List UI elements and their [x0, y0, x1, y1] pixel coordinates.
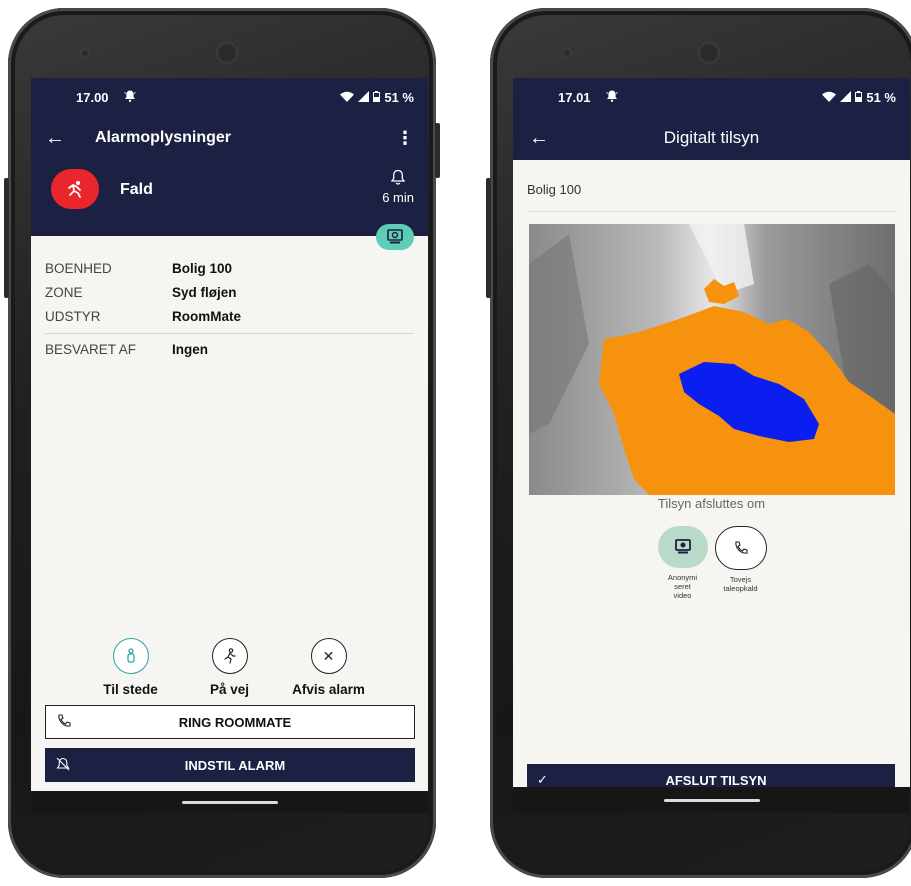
back-arrow-icon[interactable]: ←: [529, 127, 557, 150]
response-actions: Til stede På vej ✕ Afvis alarm: [31, 638, 428, 697]
status-icons: 51 %: [822, 90, 896, 105]
sensor-dot: [562, 48, 572, 58]
back-arrow-icon[interactable]: ←: [45, 127, 73, 150]
video-camera-icon[interactable]: [376, 224, 414, 250]
action-label: Til stede: [103, 682, 158, 697]
front-camera: [216, 42, 238, 64]
info-value: RoomMate: [172, 308, 242, 324]
walking-icon: [211, 638, 248, 674]
info-label: BOENHED: [45, 260, 112, 276]
info-row-udstyr: UDSTYR RoomMate: [45, 304, 414, 328]
person-icon: [112, 638, 149, 674]
thermal-video-feed: [529, 224, 895, 495]
page-title: Digitalt tilsyn: [663, 128, 760, 147]
ring-roommate-button[interactable]: RING ROOMMATE: [45, 705, 415, 739]
volume-button: [4, 178, 9, 298]
wifi-icon: [340, 90, 355, 105]
paa-vej-button[interactable]: På vej: [190, 638, 270, 697]
alarm-type: Fald: [120, 181, 153, 198]
check-icon: ✓: [537, 772, 548, 787]
battery-percent: 51 %: [384, 89, 414, 105]
screen-alarm-details: 17.00 51 % ← Alarmoplysninger ⋮ Fald 6 m…: [31, 78, 428, 813]
home-gesture-handle[interactable]: [663, 798, 760, 802]
button-label: INDSTIL ALARM: [184, 757, 286, 773]
option-label: Tovejs taleopkald: [723, 575, 758, 593]
signal-icon: [358, 90, 370, 105]
volume-button: [486, 178, 491, 298]
signal-icon: [840, 90, 852, 105]
power-button: [435, 123, 440, 178]
divider: [527, 211, 896, 212]
close-icon: ✕: [310, 638, 347, 674]
status-time: 17.00: [76, 89, 109, 105]
phone-icon: [714, 526, 767, 570]
info-label: BESVARET AF: [45, 341, 137, 357]
phone-frame-right: 17.01 51 % ← Digitalt tilsyn Bolig 100 T…: [486, 8, 911, 878]
alarm-bell-icon: [605, 89, 619, 106]
bell-off-icon: [45, 756, 95, 775]
battery-icon: [373, 90, 381, 105]
button-label: RING ROOMMATE: [178, 714, 292, 730]
app-bar: ← Alarmoplysninger ⋮: [31, 116, 428, 160]
alarm-header: Fald 6 min: [31, 160, 428, 250]
supervision-options: Anonymi seret video Tovejs taleopkald: [513, 526, 910, 600]
supervision-countdown: Tilsyn afsluttes om: [657, 496, 766, 511]
elapsed-time: 6 min: [382, 190, 414, 205]
action-label: På vej: [209, 682, 250, 697]
alarm-info: BOENHED Bolig 100 ZONE Syd fløjen UDSTYR…: [31, 236, 428, 361]
afvis-alarm-button[interactable]: ✕ Afvis alarm: [289, 638, 369, 697]
fall-alarm-icon: [51, 169, 99, 209]
battery-icon: [855, 90, 863, 105]
sensor-dot: [80, 48, 90, 58]
home-gesture-handle[interactable]: [181, 800, 278, 804]
info-value: Bolig 100: [172, 260, 233, 276]
status-bar: 17.00 51 %: [31, 78, 428, 116]
info-value: Ingen: [172, 341, 208, 357]
info-label: UDSTYR: [45, 308, 101, 324]
info-row-boenhed: BOENHED Bolig 100: [45, 256, 414, 280]
info-label: ZONE: [45, 284, 83, 300]
til-stede-button[interactable]: Til stede: [91, 638, 171, 697]
status-icons: 51 %: [340, 90, 414, 105]
indstil-alarm-button[interactable]: INDSTIL ALARM: [45, 748, 415, 782]
status-time: 17.01: [558, 89, 591, 105]
wifi-icon: [822, 90, 837, 105]
nav-bar: [513, 787, 910, 813]
app-bar: ← Digitalt tilsyn: [513, 116, 910, 160]
more-menu-icon[interactable]: ⋮: [396, 128, 414, 149]
info-row-besvaret: BESVARET AF Ingen: [45, 337, 414, 361]
anonymized-video-option[interactable]: Anonymi seret video: [657, 526, 709, 600]
screen-digital-supervision: 17.01 51 % ← Digitalt tilsyn Bolig 100 T…: [513, 78, 910, 813]
phone-frame-left: 17.00 51 % ← Alarmoplysninger ⋮ Fald 6 m…: [4, 8, 440, 878]
action-label: Afvis alarm: [292, 682, 365, 697]
unit-name: Bolig 100: [527, 182, 582, 197]
alarm-bell-icon: [123, 89, 137, 106]
divider: [45, 333, 414, 334]
page-title: Alarmoplysninger: [95, 129, 232, 146]
alarm-elapsed: 6 min: [382, 168, 414, 205]
two-way-call-option[interactable]: Tovejs taleopkald: [714, 526, 767, 600]
option-label: Anonymi seret video: [667, 573, 698, 600]
nav-bar: [31, 791, 428, 813]
phone-icon: [46, 713, 96, 732]
battery-percent: 51 %: [866, 89, 896, 105]
bell-icon: [382, 168, 414, 190]
status-bar: 17.01 51 %: [513, 78, 910, 116]
camera-icon: [657, 526, 708, 568]
button-label: AFSLUT TILSYN: [665, 772, 767, 788]
front-camera: [698, 42, 720, 64]
info-value: Syd fløjen: [172, 284, 237, 300]
info-row-zone: ZONE Syd fløjen: [45, 280, 414, 304]
